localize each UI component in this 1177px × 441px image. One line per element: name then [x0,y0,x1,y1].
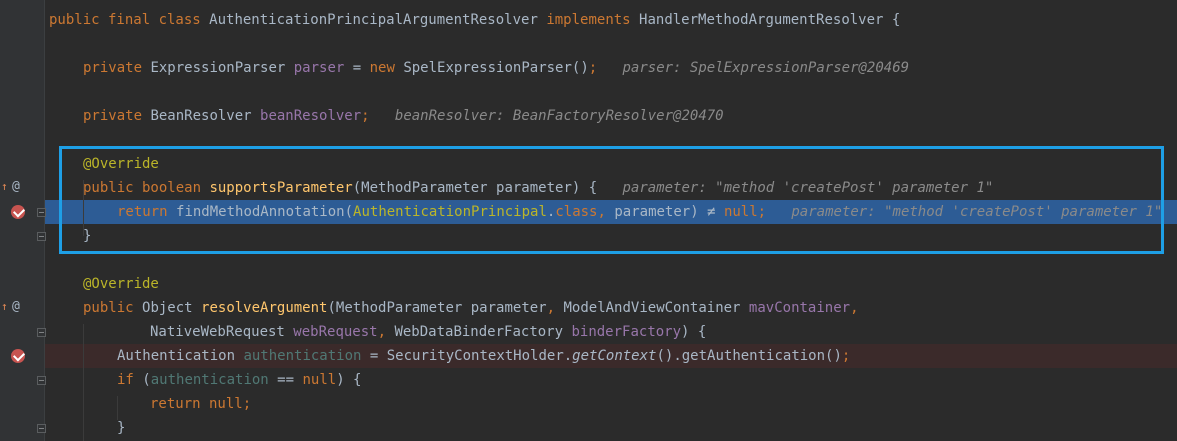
code-token: binderFactory [571,324,682,340]
highlight-box [59,146,1164,254]
code-token: private [83,60,151,76]
fold-toggle-icon[interactable] [37,376,46,385]
code-token: @Override [83,276,159,292]
code-token: NativeWebRequest [150,324,294,340]
code-token: webRequest [293,324,378,340]
code-token: return null; [150,396,252,412]
editor-gutter [0,0,44,441]
code-token: = SecurityContextHolder. [361,348,573,364]
code-token: null [302,372,337,388]
code-token: ().getAuthentication() [656,348,842,364]
code-line[interactable]: Authentication authentication = Security… [117,344,850,368]
code-line[interactable]: private BeanResolver beanResolver; beanR… [83,104,724,128]
code-line[interactable]: return null; [150,392,251,416]
code-token: } [117,420,126,436]
fold-toggle-icon[interactable] [37,208,46,217]
code-token: = [344,60,370,76]
code-token: ExpressionParser [150,60,294,76]
code-token: beanResolver [260,108,362,124]
code-token: authentication [150,372,269,388]
code-token: new [369,60,404,76]
code-token: getContext [572,348,657,364]
code-token: , [546,300,564,316]
code-line[interactable]: private ExpressionParser parser = new Sp… [83,56,909,80]
code-token: Object [142,300,202,316]
code-token: == [268,372,303,388]
code-token: ; [588,60,598,76]
code-line[interactable]: public final class AuthenticationPrincip… [49,8,900,32]
code-line[interactable]: } [117,416,125,440]
code-token: ( [142,372,151,388]
code-token: ) { [336,372,362,388]
fold-toggle-icon[interactable] [37,232,46,241]
code-token: parser [293,60,345,76]
inline-debug-value: parser: SpelExpressionParser@20469 [597,60,910,76]
code-token: ModelAndViewContainer [563,300,749,316]
code-line[interactable]: if (authentication == null) { [117,368,361,392]
code-token: authentication [243,348,362,364]
code-token: WebDataBinderFactory [394,324,572,340]
code-line[interactable]: NativeWebRequest webRequest, WebDataBind… [150,320,706,344]
code-token: implements [546,12,640,28]
code-token: SpelExpressionParser() [403,60,589,76]
code-token: private [83,108,151,124]
code-token: if [117,372,143,388]
code-token: , [850,300,859,316]
code-token: resolveArgument [201,300,328,316]
breakpoint-icon[interactable] [11,349,25,363]
inline-debug-value: beanResolver: BeanFactoryResolver@20470 [369,108,724,124]
fold-toggle-icon[interactable] [37,328,46,337]
code-token: mavContainer [748,300,851,316]
implements-arrow-icon[interactable]: ↑ [1,180,8,193]
breakpoint-icon[interactable] [11,205,25,219]
fold-toggle-icon[interactable] [37,424,46,433]
code-line[interactable]: public Object resolveArgument(MethodPara… [83,296,859,320]
code-token: ; [841,348,851,364]
code-token: (MethodParameter parameter [327,300,547,316]
code-token: AuthenticationPrincipalArgumentResolver [209,12,547,28]
code-token: ; [361,108,370,124]
override-marker-icon[interactable]: @ [12,179,20,194]
code-token: public [83,300,143,316]
override-marker-icon[interactable]: @ [12,299,20,314]
indent-guide [83,324,84,441]
code-token: HandlerMethodArgumentResolver { [639,12,901,28]
code-token: ) { [681,324,707,340]
code-token: BeanResolver [150,108,261,124]
implements-arrow-icon[interactable]: ↑ [1,300,8,313]
code-token: , [377,324,395,340]
code-line[interactable]: @Override [83,272,159,296]
code-token: public final class [49,12,210,28]
code-token: Authentication [117,348,244,364]
